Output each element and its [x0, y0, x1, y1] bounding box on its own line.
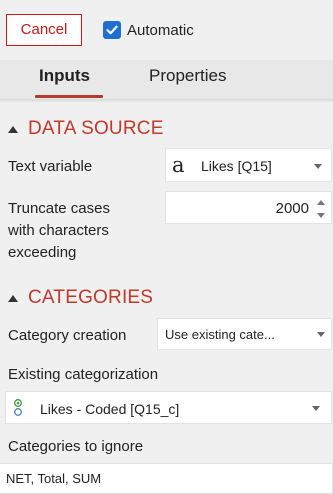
spin-up-button[interactable] [316, 196, 326, 208]
existing-categorization-value: Likes - Coded [Q15_c] [40, 401, 180, 417]
category-creation-dropdown[interactable]: Use existing cate... [157, 318, 332, 350]
checkmark-icon [106, 25, 118, 35]
categories-to-ignore-input[interactable]: NET, Total, SUM [0, 463, 333, 494]
spin-down-button[interactable] [316, 209, 326, 221]
chevron-down-icon [312, 406, 320, 411]
truncate-value: 2000 [275, 200, 309, 217]
categories-to-ignore-label: Categories to ignore [8, 438, 144, 455]
truncate-label-line2: with characters [8, 222, 109, 239]
categories-to-ignore-value: NET, Total, SUM [6, 471, 102, 486]
data-source-title: DATA SOURCE [28, 118, 164, 139]
existing-categorization-dropdown[interactable]: Likes - Coded [Q15_c] [5, 391, 332, 424]
tab-inputs[interactable]: Inputs [39, 66, 90, 86]
categorical-variable-icon [14, 399, 22, 416]
text-variable-icon: a [172, 153, 185, 177]
automatic-toggle[interactable]: Automatic [103, 20, 194, 40]
chevron-down-icon [314, 164, 322, 169]
categories-title: CATEGORIES [28, 287, 154, 308]
category-creation-label: Category creation [8, 327, 127, 344]
active-tab-indicator [35, 95, 103, 98]
top-toolbar: Cancel Automatic [0, 0, 333, 60]
collapse-caret-icon [8, 125, 18, 133]
collapse-caret-icon [8, 294, 18, 302]
existing-categorization-label: Existing categorization [8, 366, 159, 383]
data-source-section-header[interactable]: DATA SOURCE [8, 118, 164, 140]
arrow-up-icon [317, 199, 325, 205]
chevron-down-icon [317, 332, 325, 337]
text-variable-dropdown[interactable]: a Likes [Q15] [165, 148, 332, 182]
category-creation-value: Use existing cate... [165, 327, 275, 342]
categories-section-header[interactable]: CATEGORIES [8, 287, 153, 309]
text-variable-label: Text variable [8, 158, 93, 175]
text-variable-value: Likes [Q15] [201, 158, 272, 174]
truncate-label-line3: exceeding [8, 244, 77, 261]
tab-bar-shadow [0, 99, 333, 103]
arrow-down-icon [317, 212, 325, 218]
tab-bar: Inputs Properties [0, 60, 333, 100]
automatic-label: Automatic [127, 21, 194, 39]
cancel-button[interactable]: Cancel [6, 14, 82, 46]
automatic-checkbox[interactable] [103, 21, 121, 39]
tab-properties[interactable]: Properties [149, 66, 226, 86]
truncate-label-line1: Truncate cases [8, 200, 110, 217]
truncate-number-input[interactable]: 2000 [165, 191, 332, 224]
